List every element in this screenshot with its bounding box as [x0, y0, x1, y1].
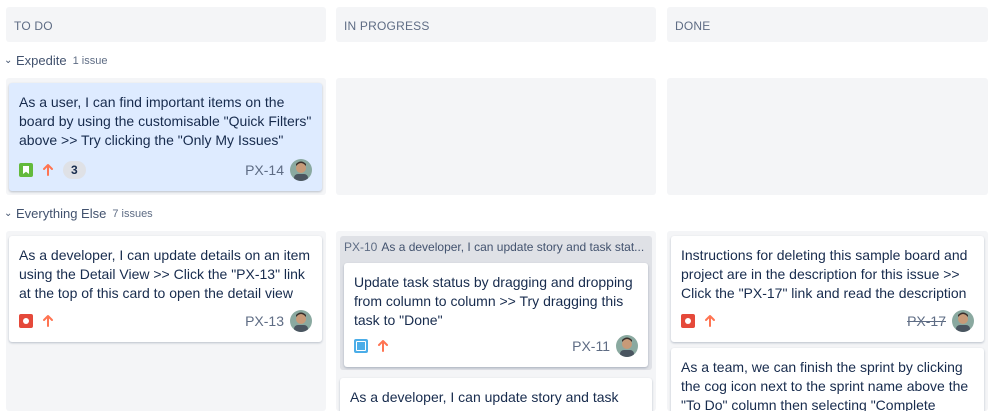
priority-high-icon	[43, 164, 53, 176]
swimlane-title: Everything Else	[16, 206, 107, 221]
swimlane-header-expedite[interactable]: ⌄ Expedite 1 issue	[4, 53, 107, 68]
issue-card-px-17[interactable]: Instructions for deleting this sample bo…	[671, 236, 984, 342]
column-header-label: IN PROGRESS	[344, 19, 430, 33]
priority-high-icon	[705, 315, 715, 327]
parent-issue-summary: As a developer, I can update story and t…	[381, 240, 645, 254]
issue-key[interactable]: PX-11	[572, 338, 610, 354]
swimlane-issue-count: 7 issues	[112, 207, 153, 220]
bug-icon	[19, 314, 33, 328]
column-header-in-progress: IN PROGRESS	[336, 7, 656, 42]
column-header-label: TO DO	[14, 19, 53, 33]
issue-key[interactable]: PX-17	[907, 313, 946, 329]
subtask-icon	[354, 339, 368, 353]
card-summary: As a user, I can find important items on…	[19, 94, 312, 148]
issue-key[interactable]: PX-13	[245, 313, 284, 329]
priority-high-icon	[43, 315, 53, 327]
avatar[interactable]	[290, 310, 312, 332]
story-icon	[19, 163, 33, 177]
column-header-done: DONE	[667, 7, 988, 42]
estimate-badge: 3	[63, 161, 86, 179]
avatar[interactable]	[616, 335, 638, 357]
issue-card-partial[interactable]: As a developer, I can update story and t…	[340, 378, 652, 411]
lane-expedite-in-progress	[336, 78, 656, 195]
card-summary: As a developer, I can update details on …	[19, 247, 311, 301]
chevron-down-icon[interactable]: ⌄	[4, 55, 14, 66]
card-summary: Instructions for deleting this sample bo…	[681, 247, 968, 301]
issue-card-px-14[interactable]: As a user, I can find important items on…	[9, 83, 322, 191]
bug-icon	[681, 314, 695, 328]
lane-expedite-done	[667, 78, 988, 195]
column-header-label: DONE	[675, 19, 711, 33]
parent-issue-key[interactable]: PX-10	[344, 240, 377, 254]
card-summary: As a developer, I can update story and t…	[350, 389, 619, 405]
swimlane-header-everything-else[interactable]: ⌄ Everything Else 7 issues	[4, 206, 153, 221]
chevron-down-icon[interactable]: ⌄	[4, 208, 14, 219]
column-header-todo: TO DO	[6, 7, 326, 42]
card-summary: Update task status by dragging and dropp…	[354, 274, 633, 328]
card-summary: As a team, we can finish the sprint by c…	[681, 359, 969, 411]
swimlane-issue-count: 1 issue	[72, 54, 108, 67]
swimlane-title: Expedite	[16, 53, 67, 68]
issue-card-partial-done[interactable]: As a team, we can finish the sprint by c…	[671, 348, 984, 411]
issue-key[interactable]: PX-14	[245, 162, 284, 178]
parent-issue-header[interactable]: PX-10 As a developer, I can update story …	[344, 240, 648, 258]
issue-card-px-13[interactable]: As a developer, I can update details on …	[9, 236, 322, 342]
avatar[interactable]	[290, 159, 312, 181]
issue-card-px-11[interactable]: Update task status by dragging and dropp…	[344, 263, 648, 367]
avatar[interactable]	[952, 310, 974, 332]
priority-high-icon	[378, 340, 388, 352]
